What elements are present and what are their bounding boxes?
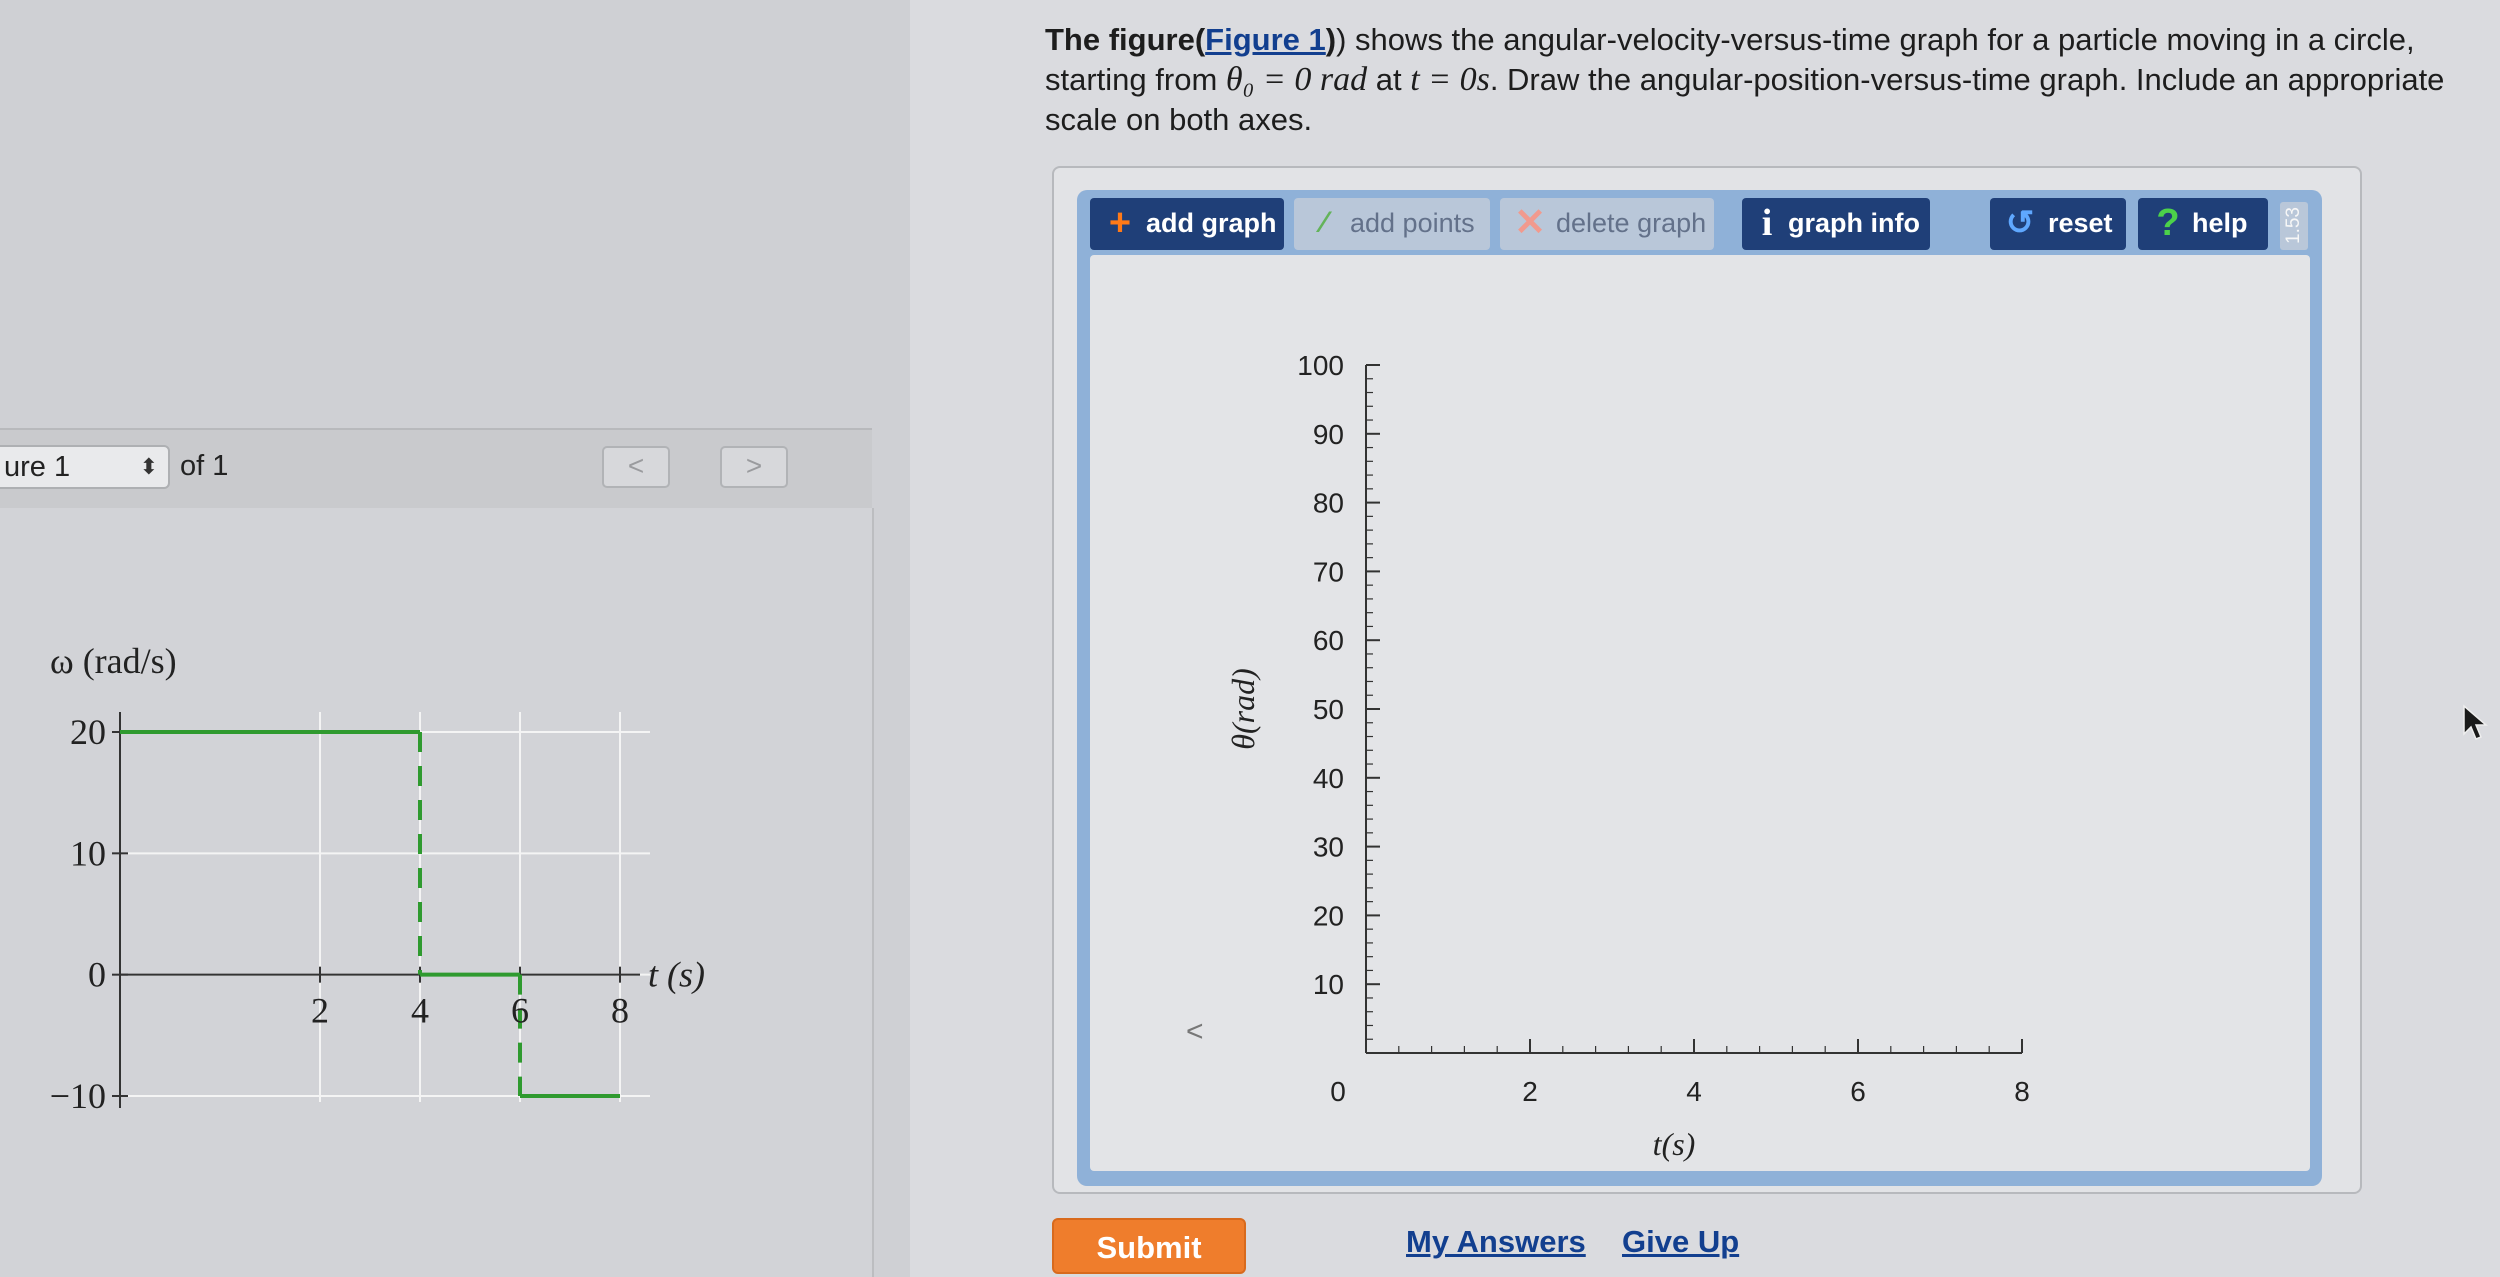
question-intro-close: ): [1325, 22, 1337, 57]
angular-position-graph[interactable]: 10 20 30 40 50 60 70 80 90 100 0 2 4 6 8 θ(rad) t(s) <: [1090, 255, 2310, 1171]
updown-arrows-icon: ⬍: [139, 454, 158, 479]
help-button[interactable]: ? help: [2138, 198, 2268, 250]
theta-axis-label: θ(rad): [1225, 668, 1261, 749]
question-body-2: at: [1367, 62, 1411, 97]
reset-label: reset: [2048, 208, 2113, 238]
math-time-initial: t = 0s: [1410, 61, 1490, 98]
x-tick-label: 6: [511, 991, 529, 1031]
y-tick-label: 0: [88, 955, 106, 995]
my-answers-link[interactable]: My Answers: [1406, 1224, 1586, 1260]
x-icon: ✕: [1514, 202, 1546, 244]
x-axis-label: t (s): [648, 955, 705, 995]
time-tick-label: 4: [1686, 1076, 1702, 1107]
next-figure-button[interactable]: >: [720, 446, 788, 488]
chevron-right-icon: >: [745, 450, 763, 481]
x-tick-label: 8: [611, 991, 629, 1031]
theta-tick-label: 30: [1313, 832, 1344, 863]
angular-velocity-chart: −10 0 10 20 2 4 6 8 ω (rad/s) t (s): [50, 641, 705, 1116]
graph-info-button[interactable]: i graph info: [1742, 198, 1930, 250]
figure-selector-label: ure 1: [4, 451, 71, 483]
x-tick-label: 2: [311, 991, 329, 1031]
theta-tick-label: 10: [1313, 969, 1344, 1000]
submit-button[interactable]: Submit: [1052, 1218, 1246, 1274]
theta-tick-label: 80: [1313, 488, 1344, 519]
theta-tick-label: 100: [1297, 350, 1344, 381]
y-axis-label: ω (rad/s): [50, 641, 177, 681]
give-up-link[interactable]: Give Up: [1622, 1224, 1739, 1260]
figure-selector[interactable]: ure 1 ⬍: [0, 445, 170, 489]
figure-image-area: −10 0 10 20 2 4 6 8 ω (rad/s) t (s): [0, 508, 874, 1277]
y-tick-label: −10: [50, 1076, 106, 1116]
figure-count-label: of 1: [180, 450, 229, 482]
figure-link[interactable]: Figure 1: [1205, 22, 1326, 57]
previous-figure-button[interactable]: <: [602, 446, 670, 488]
y-tick-label: 10: [70, 833, 106, 873]
add-graph-button[interactable]: + add graph: [1090, 198, 1284, 250]
mouse-cursor-icon: [2463, 704, 2489, 740]
theta-tick-label: 90: [1313, 419, 1344, 450]
x-tick-label: 4: [411, 991, 429, 1031]
help-label: help: [2192, 208, 2248, 238]
stray-mark: <: [1186, 1015, 1204, 1048]
refresh-icon: ↺: [2005, 204, 2035, 242]
add-points-label: add points: [1350, 208, 1475, 238]
reset-button[interactable]: ↺ reset: [1990, 198, 2126, 250]
graph-info-label: graph info: [1788, 208, 1920, 238]
delete-graph-button[interactable]: ✕ delete graph: [1500, 198, 1714, 250]
time-tick-label: 8: [2014, 1076, 2030, 1107]
plus-icon: +: [1108, 202, 1132, 244]
graph-toolbar: + add graph ⁄ add points ✕ delete graph …: [1090, 198, 2310, 254]
question-intro: The figure(: [1045, 22, 1206, 57]
time-tick-label: 6: [1850, 1076, 1866, 1107]
math-theta-initial: θ₀ = 0 rad: [1225, 61, 1368, 98]
chevron-left-icon: <: [627, 450, 645, 481]
theta-tick-label: 20: [1313, 900, 1344, 931]
points-line-icon: ⁄: [1321, 206, 1327, 239]
y-tick-label: 20: [70, 712, 106, 752]
question-text: The figure(Figure 1)) shows the angular-…: [1045, 20, 2485, 140]
add-graph-label: add graph: [1146, 208, 1277, 238]
info-icon: i: [1761, 202, 1773, 244]
theta-tick-label: 40: [1313, 763, 1344, 794]
version-badge: 1.53: [2280, 202, 2308, 250]
time-axis-label: t(s): [1653, 1126, 1696, 1162]
theta-tick-label: 50: [1313, 694, 1344, 725]
theta-tick-label: 60: [1313, 625, 1344, 656]
add-points-button[interactable]: ⁄ add points: [1294, 198, 1490, 250]
theta-tick-label: 70: [1313, 556, 1344, 587]
delete-graph-label: delete graph: [1556, 208, 1707, 238]
time-tick-label: 0: [1330, 1076, 1346, 1107]
time-tick-label: 2: [1522, 1076, 1538, 1107]
figure-toolbar: ure 1 ⬍ of 1 < >: [0, 428, 872, 510]
question-mark-icon: ?: [2156, 202, 2180, 244]
